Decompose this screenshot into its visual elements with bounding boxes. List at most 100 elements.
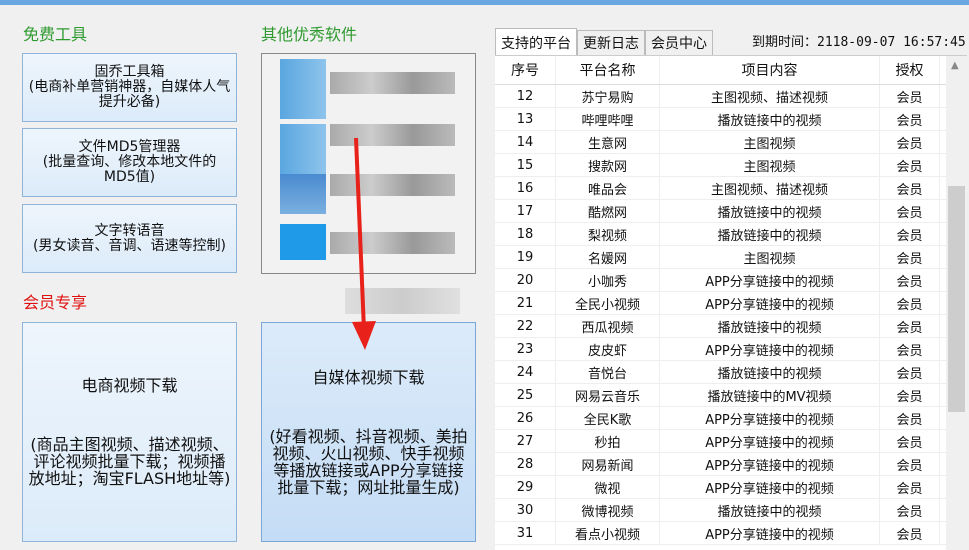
- cell-auth: 会员: [880, 108, 940, 130]
- cell-platform: 搜款网: [556, 154, 660, 176]
- cell-platform: 全民小视频: [556, 292, 660, 314]
- cell-platform: 小咖秀: [556, 269, 660, 291]
- header-auth[interactable]: 授权: [880, 56, 940, 84]
- cell-content: 主图视频: [660, 131, 880, 153]
- cell-content: APP分享链接中的视频: [660, 292, 880, 314]
- cell-platform: 全民K歌: [556, 407, 660, 429]
- cell-index: 27: [495, 430, 556, 452]
- tab-changelog[interactable]: 更新日志: [577, 30, 645, 55]
- table-row[interactable]: 23 皮皮虾 APP分享链接中的视频 会员: [495, 338, 967, 361]
- cell-content: APP分享链接中的视频: [660, 430, 880, 452]
- table-row[interactable]: 30 微博视频 播放链接中的视频 会员: [495, 499, 967, 522]
- cell-auth: 会员: [880, 522, 940, 544]
- cell-content: 主图视频: [660, 246, 880, 268]
- cell-content: 播放链接中的视频: [660, 108, 880, 130]
- cell-platform: 网易新闻: [556, 453, 660, 475]
- cell-platform: 生意网: [556, 131, 660, 153]
- cell-content: 播放链接中的MV视频: [660, 384, 880, 406]
- cell-content: 主图视频、描述视频: [660, 177, 880, 199]
- scroll-up-icon[interactable]: ▲: [951, 60, 959, 71]
- tab-bar: 支持的平台 更新日志 会员中心: [495, 28, 713, 55]
- cell-content: 播放链接中的视频: [660, 315, 880, 337]
- table-row[interactable]: 14 生意网 主图视频 会员: [495, 131, 967, 154]
- cell-auth: 会员: [880, 499, 940, 521]
- cell-auth: 会员: [880, 338, 940, 360]
- table-row[interactable]: 31 看点小视频 APP分享链接中的视频 会员: [495, 522, 967, 545]
- cell-index: 24: [495, 361, 556, 383]
- cell-auth: 会员: [880, 430, 940, 452]
- vertical-scrollbar[interactable]: ▲: [946, 56, 967, 550]
- cell-auth: 会员: [880, 453, 940, 475]
- cell-auth: 会员: [880, 407, 940, 429]
- cell-platform: 微视: [556, 476, 660, 498]
- cell-platform: 微博视频: [556, 499, 660, 521]
- cell-auth: 会员: [880, 269, 940, 291]
- cell-platform: 唯品会: [556, 177, 660, 199]
- cell-index: 23: [495, 338, 556, 360]
- table-row[interactable]: 27 秒拍 APP分享链接中的视频 会员: [495, 430, 967, 453]
- table-row[interactable]: 15 搜款网 主图视频 会员: [495, 154, 967, 177]
- cell-index: 20: [495, 269, 556, 291]
- cell-index: 28: [495, 453, 556, 475]
- cell-platform: 网易云音乐: [556, 384, 660, 406]
- tab-member-center[interactable]: 会员中心: [645, 30, 713, 55]
- cell-index: 29: [495, 476, 556, 498]
- cell-platform: 皮皮虾: [556, 338, 660, 360]
- cell-index: 21: [495, 292, 556, 314]
- cell-auth: 会员: [880, 315, 940, 337]
- cell-index: 15: [495, 154, 556, 176]
- cell-index: 14: [495, 131, 556, 153]
- cell-auth: 会员: [880, 246, 940, 268]
- cell-content: APP分享链接中的视频: [660, 407, 880, 429]
- header-content[interactable]: 项目内容: [660, 56, 880, 84]
- header-platform[interactable]: 平台名称: [556, 56, 660, 84]
- cell-content: 播放链接中的视频: [660, 200, 880, 222]
- table-header: 序号 平台名称 项目内容 授权: [495, 56, 967, 85]
- cell-auth: 会员: [880, 361, 940, 383]
- cell-index: 22: [495, 315, 556, 337]
- scrollbar-thumb[interactable]: [948, 186, 965, 412]
- cell-auth: 会员: [880, 384, 940, 406]
- table-row[interactable]: 25 网易云音乐 播放链接中的MV视频 会员: [495, 384, 967, 407]
- table-row[interactable]: 17 酷燃网 播放链接中的视频 会员: [495, 200, 967, 223]
- cell-index: 18: [495, 223, 556, 245]
- cell-content: 播放链接中的视频: [660, 223, 880, 245]
- table-row[interactable]: 24 音悦台 播放链接中的视频 会员: [495, 361, 967, 384]
- cell-index: 12: [495, 85, 556, 107]
- cell-auth: 会员: [880, 200, 940, 222]
- cell-platform: 苏宁易购: [556, 85, 660, 107]
- cell-content: 播放链接中的视频: [660, 361, 880, 383]
- cell-content: 主图视频、描述视频: [660, 85, 880, 107]
- cell-auth: 会员: [880, 223, 940, 245]
- table-row[interactable]: 16 唯品会 主图视频、描述视频 会员: [495, 177, 967, 200]
- platform-table: 序号 平台名称 项目内容 授权 12 苏宁易购 主图视频、描述视频 会员 13 哔哩哔哩播…: [495, 55, 967, 550]
- table-row[interactable]: 26 全民K歌 APP分享链接中的视频 会员: [495, 407, 967, 430]
- cell-platform: 名媛网: [556, 246, 660, 268]
- header-index[interactable]: 序号: [495, 56, 556, 84]
- cell-content: APP分享链接中的视频: [660, 338, 880, 360]
- table-row[interactable]: 21 全民小视频 APP分享链接中的视频 会员: [495, 292, 967, 315]
- cell-index: 26: [495, 407, 556, 429]
- cell-platform: 音悦台: [556, 361, 660, 383]
- cell-index: 16: [495, 177, 556, 199]
- cell-index: 17: [495, 200, 556, 222]
- table-row[interactable]: 19 名媛网 主图视频 会员: [495, 246, 967, 269]
- table-row[interactable]: 12 苏宁易购 主图视频、描述视频 会员: [495, 85, 967, 108]
- cell-auth: 会员: [880, 85, 940, 107]
- tab-platforms[interactable]: 支持的平台: [495, 28, 577, 55]
- cell-content: 播放链接中的视频: [660, 499, 880, 521]
- table-row[interactable]: 29 微视 APP分享链接中的视频 会员: [495, 476, 967, 499]
- cell-content: APP分享链接中的视频: [660, 476, 880, 498]
- table-row[interactable]: 20 小咖秀 APP分享链接中的视频 会员: [495, 269, 967, 292]
- cell-platform: 酷燃网: [556, 200, 660, 222]
- cell-content: APP分享链接中的视频: [660, 269, 880, 291]
- table-row[interactable]: 28 网易新闻 APP分享链接中的视频 会员: [495, 453, 967, 476]
- table-row[interactable]: 13 哔哩哔哩 播放链接中的视频 会员: [495, 108, 967, 131]
- cell-auth: 会员: [880, 131, 940, 153]
- table-row[interactable]: 18 梨视频 播放链接中的视频 会员: [495, 223, 967, 246]
- cell-index: 25: [495, 384, 556, 406]
- table-row[interactable]: 22 西瓜视频 播放链接中的视频 会员: [495, 315, 967, 338]
- cell-auth: 会员: [880, 476, 940, 498]
- cell-content: APP分享链接中的视频: [660, 522, 880, 544]
- cell-index: 13: [495, 108, 556, 130]
